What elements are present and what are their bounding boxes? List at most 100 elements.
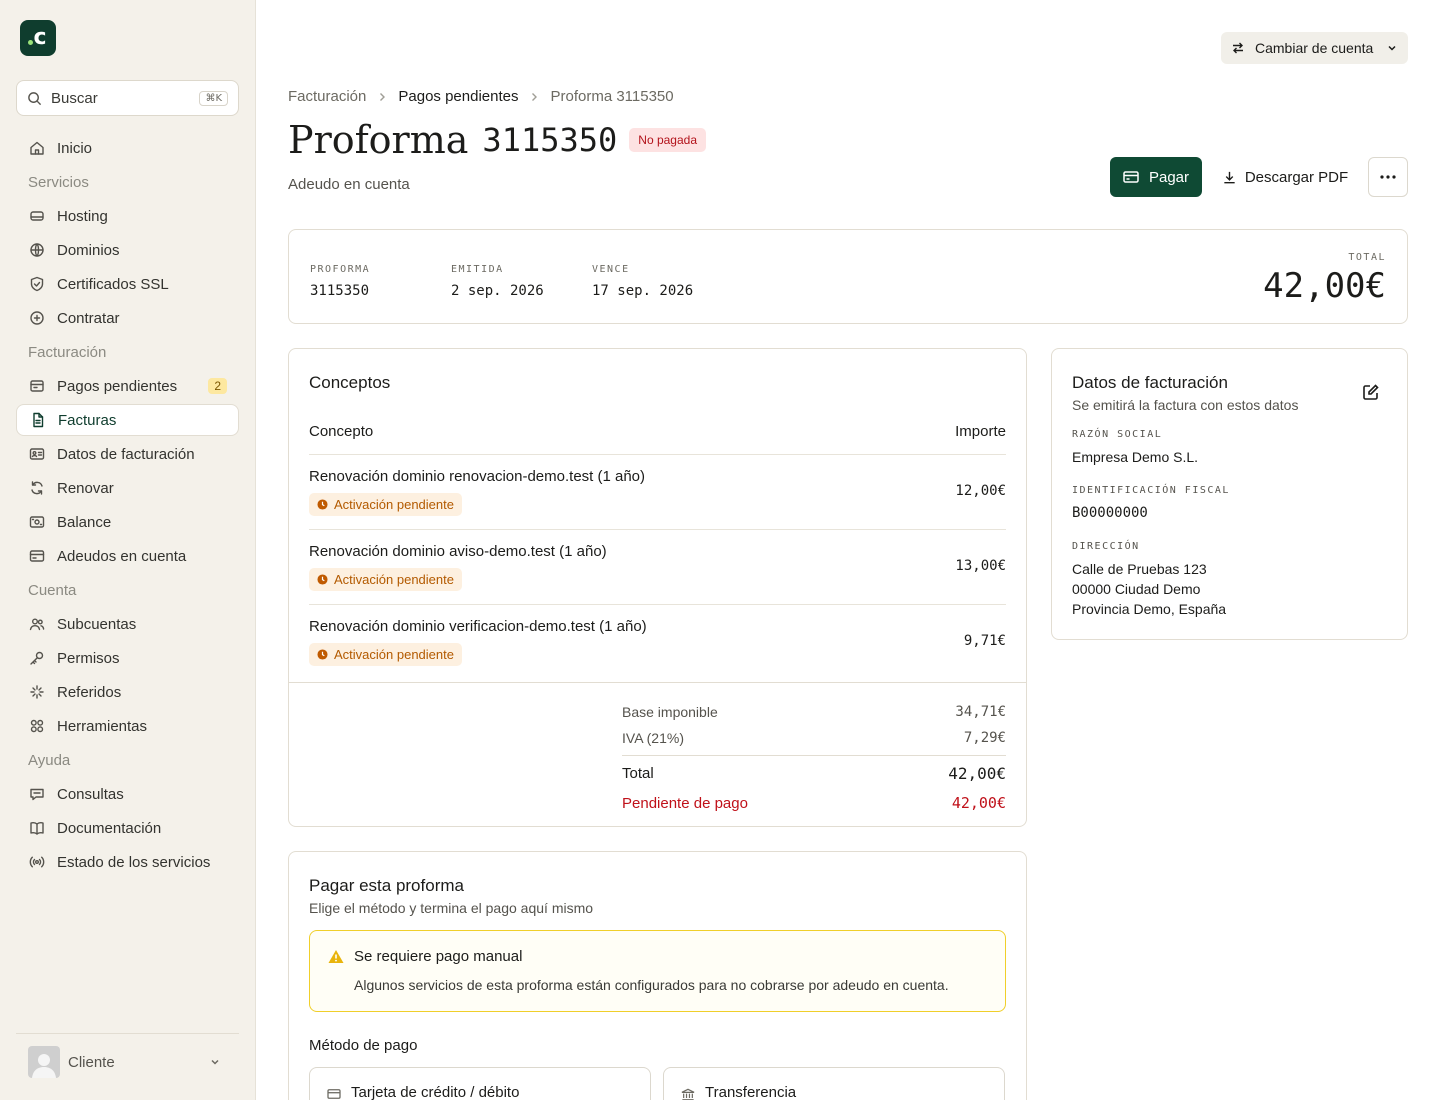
broadcast-icon: [28, 854, 45, 871]
brand-logo[interactable]: c: [20, 20, 56, 56]
sidebar-nav: Inicio Servicios Hosting Dominios Certificad…: [16, 132, 239, 880]
total-row: Total 42,00€: [622, 755, 1006, 791]
summary-issued-value: 2 sep. 2026: [451, 283, 544, 299]
sidebar-item-label: Certificados SSL: [57, 275, 169, 293]
payment-method-transfer[interactable]: Transferencia: [663, 1067, 1005, 1100]
sidebar-item-permisos[interactable]: Permisos: [16, 642, 239, 674]
sidebar-item-datos-de-facturación[interactable]: Datos de facturación: [16, 438, 239, 470]
chevron-right-icon: [528, 91, 540, 103]
sidebar-item-consultas[interactable]: Consultas: [16, 778, 239, 810]
tax-base-label: Base imponible: [622, 704, 718, 720]
summary-total: TOTAL 42,00€: [1263, 252, 1386, 306]
page-title-word: Proforma: [288, 118, 469, 162]
concept-description: Renovación dominio verificacion-demo.tes…: [309, 618, 647, 635]
billing-company-label: RAZÓN SOCIAL: [1072, 429, 1163, 440]
payment-method-card[interactable]: Tarjeta de crédito / débito: [309, 1067, 651, 1100]
inbox-icon: [28, 378, 45, 395]
address-line: 00000 Ciudad Demo: [1072, 581, 1201, 597]
manual-payment-alert: Se requiere pago manual Algunos servicio…: [309, 930, 1006, 1012]
vat-label: IVA (21%): [622, 730, 684, 746]
search-input[interactable]: Buscar ⌘K: [16, 80, 239, 116]
sidebar-item-documentación[interactable]: Documentación: [16, 812, 239, 844]
ellipsis-icon: [1380, 175, 1396, 179]
tax-base-value: 34,71€: [955, 704, 1006, 720]
sidebar-item-herramientas[interactable]: Herramientas: [16, 710, 239, 742]
concepts-table-header: Concepto Importe: [309, 423, 1006, 440]
sidebar-item-hosting[interactable]: Hosting: [16, 200, 239, 232]
sidebar-item-certificados-ssl[interactable]: Certificados SSL: [16, 268, 239, 300]
chevron-down-icon: [209, 1056, 221, 1068]
sidebar-item-estado-de-los-servicios[interactable]: Estado de los servicios: [16, 846, 239, 878]
warning-icon: [328, 949, 344, 968]
address-line: Provincia Demo, España: [1072, 601, 1227, 617]
breadcrumb: Facturación Pagos pendientes Proforma 31…: [288, 88, 674, 105]
sidebar-item-label: Contratar: [57, 309, 120, 327]
billing-address-label: DIRECCIÓN: [1072, 541, 1140, 552]
activation-status-label: Activación pendiente: [334, 647, 454, 662]
sidebar-item-label: Balance: [57, 513, 112, 531]
column-concept: Concepto: [309, 423, 374, 440]
summary-issued-label: EMITIDA: [451, 264, 504, 275]
sidebar-item-facturas[interactable]: Facturas: [16, 404, 239, 436]
sidebar-section-facturación: Facturación: [28, 343, 107, 361]
concept-amount: 9,71€: [963, 633, 1006, 649]
sidebar-item-label: Renovar: [57, 479, 114, 497]
user-menu[interactable]: Cliente: [16, 1033, 239, 1078]
pay-button[interactable]: Pagar: [1110, 157, 1202, 197]
grid-icon: [28, 718, 45, 735]
pay-title: Pagar esta proforma: [309, 876, 464, 895]
sidebar-item-label: Hosting: [57, 207, 108, 225]
concepts-title: Conceptos: [309, 373, 391, 392]
breadcrumb-billing[interactable]: Facturación: [288, 88, 366, 105]
pending-label: Pendiente de pago: [622, 794, 748, 812]
sidebar-item-subcuentas[interactable]: Subcuentas: [16, 608, 239, 640]
summary-issued: EMITIDA 2 sep. 2026: [451, 264, 544, 299]
alert-body: Algunos servicios de esta proforma están…: [354, 977, 949, 993]
sidebar-item-label: Permisos: [57, 649, 120, 667]
status-badge: No pagada: [629, 128, 706, 152]
vat-row: IVA (21%) 7,29€: [622, 725, 1006, 751]
server-icon: [28, 208, 45, 225]
payment-method-transfer-label: Transferencia: [705, 1084, 797, 1100]
credit-card-icon: [327, 1088, 341, 1100]
search-placeholder: Buscar: [51, 89, 98, 107]
sidebar-item-label: Datos de facturación: [57, 445, 195, 463]
sidebar-item-adeudos-en-cuenta[interactable]: Adeudos en cuenta: [16, 540, 239, 572]
key-icon: [28, 650, 45, 667]
payment-method-label: Método de pago: [309, 1037, 418, 1054]
sidebar-item-renovar[interactable]: Renovar: [16, 472, 239, 504]
switch-account-button[interactable]: Cambiar de cuenta: [1221, 32, 1408, 64]
activation-status-label: Activación pendiente: [334, 497, 454, 512]
sidebar-section-cuenta: Cuenta: [28, 581, 77, 599]
summary-proforma: PROFORMA 3115350: [310, 264, 370, 299]
sidebar-item-pagos-pendientes[interactable]: Pagos pendientes 2: [16, 370, 239, 402]
billing-address-value: Calle de Pruebas 123 00000 Ciudad Demo P…: [1072, 559, 1226, 619]
payment-method-card-label: Tarjeta de crédito / débito: [351, 1084, 520, 1100]
table-row: Renovación dominio verificacion-demo.tes…: [309, 604, 1006, 679]
billing-address: DIRECCIÓN Calle de Pruebas 123 00000 Ciu…: [1072, 541, 1226, 619]
sidebar-item-label: Pagos pendientes: [57, 377, 178, 395]
table-row: Renovación dominio renovacion-demo.test …: [309, 454, 1006, 529]
refresh-icon: [28, 480, 45, 497]
breadcrumb-pending-payments[interactable]: Pagos pendientes: [398, 88, 518, 105]
download-pdf-button[interactable]: Descargar PDF: [1214, 157, 1356, 197]
alert-title: Se requiere pago manual: [354, 948, 523, 965]
proforma-summary: PROFORMA 3115350 EMITIDA 2 sep. 2026 VEN…: [288, 229, 1408, 324]
sidebar-item-referidos[interactable]: Referidos: [16, 676, 239, 708]
more-options-button[interactable]: [1368, 157, 1408, 197]
id-card-icon: [28, 446, 45, 463]
sidebar-item-dominios[interactable]: Dominios: [16, 234, 239, 266]
column-amount: Importe: [955, 423, 1006, 440]
shield-icon: [28, 276, 45, 293]
sidebar-item-balance[interactable]: Balance: [16, 506, 239, 538]
sidebar-item-contratar[interactable]: Contratar: [16, 302, 239, 334]
summary-proforma-label: PROFORMA: [310, 264, 371, 275]
clock-icon: [317, 574, 328, 585]
edit-icon[interactable]: [1362, 383, 1380, 405]
billing-data-card: Datos de facturación Se emitirá la factu…: [1051, 348, 1408, 640]
sidebar-item-inicio[interactable]: Inicio: [16, 132, 239, 164]
activation-status-badge: Activación pendiente: [309, 568, 462, 591]
sidebar-item-label: Consultas: [57, 785, 124, 803]
chevron-down-icon: [1386, 42, 1398, 54]
download-icon: [1222, 170, 1237, 185]
